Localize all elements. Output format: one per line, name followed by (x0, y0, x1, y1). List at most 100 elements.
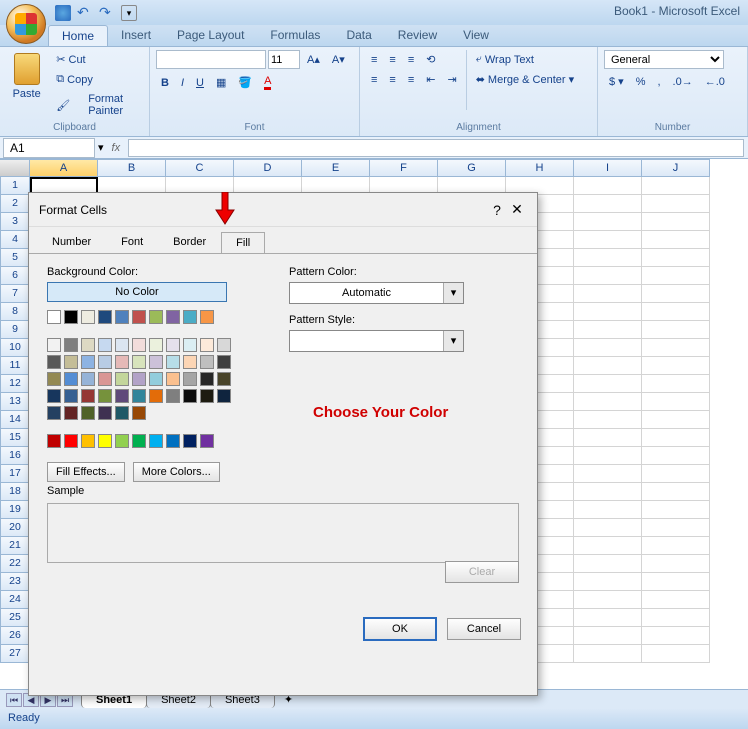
fx-label[interactable]: fx (104, 142, 129, 154)
cell[interactable] (642, 627, 710, 645)
clear-button[interactable]: Clear (445, 561, 519, 583)
tab-insert[interactable]: Insert (108, 25, 164, 46)
cell[interactable] (574, 195, 642, 213)
col-header[interactable]: G (438, 159, 506, 177)
cell[interactable] (574, 393, 642, 411)
cell[interactable] (642, 339, 710, 357)
no-color-button[interactable]: No Color (47, 282, 227, 302)
row-header[interactable]: 21 (0, 537, 30, 555)
cell[interactable] (574, 555, 642, 573)
color-swatch[interactable] (115, 310, 129, 324)
cell[interactable] (642, 429, 710, 447)
cell[interactable] (642, 393, 710, 411)
cell[interactable] (642, 609, 710, 627)
select-all-cell[interactable] (0, 159, 30, 177)
color-swatch[interactable] (149, 389, 163, 403)
color-swatch[interactable] (64, 338, 78, 352)
align-bottom-button[interactable]: ≡ (403, 51, 419, 69)
color-swatch[interactable] (183, 338, 197, 352)
color-swatch[interactable] (64, 406, 78, 420)
merge-center-button[interactable]: ⬌Merge & Center ▾ (471, 70, 579, 89)
color-swatch[interactable] (132, 338, 146, 352)
indent-inc-button[interactable]: ⇥ (442, 70, 461, 89)
color-swatch[interactable] (47, 389, 61, 403)
color-swatch[interactable] (47, 406, 61, 420)
color-swatch[interactable] (217, 355, 231, 369)
undo-icon[interactable]: ↶ (77, 5, 93, 21)
fill-color-button[interactable]: 🪣 (233, 73, 257, 92)
tab-view[interactable]: View (450, 25, 502, 46)
cell[interactable] (574, 483, 642, 501)
align-right-button[interactable]: ≡ (403, 71, 419, 89)
color-swatch[interactable] (81, 310, 95, 324)
color-swatch[interactable] (47, 338, 61, 352)
color-swatch[interactable] (200, 389, 214, 403)
color-swatch[interactable] (132, 389, 146, 403)
borders-button[interactable]: ▦ (211, 73, 231, 92)
indent-dec-button[interactable]: ⇤ (421, 70, 440, 89)
row-header[interactable]: 20 (0, 519, 30, 537)
color-swatch[interactable] (98, 355, 112, 369)
row-header[interactable]: 13 (0, 393, 30, 411)
row-header[interactable]: 16 (0, 447, 30, 465)
color-swatch[interactable] (183, 372, 197, 386)
pattern-style-dropdown[interactable]: ▾ (289, 330, 464, 352)
color-swatch[interactable] (81, 389, 95, 403)
color-swatch[interactable] (200, 434, 214, 448)
align-middle-button[interactable]: ≡ (384, 51, 400, 69)
font-size-input[interactable] (268, 50, 300, 69)
color-swatch[interactable] (98, 389, 112, 403)
cell[interactable] (642, 465, 710, 483)
align-left-button[interactable]: ≡ (366, 71, 382, 89)
color-swatch[interactable] (132, 406, 146, 420)
color-swatch[interactable] (149, 372, 163, 386)
cell[interactable] (642, 411, 710, 429)
color-swatch[interactable] (217, 389, 231, 403)
cancel-button[interactable]: Cancel (447, 618, 521, 640)
cell[interactable] (642, 195, 710, 213)
color-swatch[interactable] (64, 389, 78, 403)
copy-button[interactable]: ⧉Copy (51, 70, 143, 89)
tab-formulas[interactable]: Formulas (257, 25, 333, 46)
cell[interactable] (642, 303, 710, 321)
tab-review[interactable]: Review (385, 25, 450, 46)
italic-button[interactable]: I (176, 74, 189, 92)
row-header[interactable]: 2 (0, 195, 30, 213)
row-header[interactable]: 26 (0, 627, 30, 645)
cell[interactable] (574, 465, 642, 483)
dec-decimal-button[interactable]: ←.0 (700, 73, 730, 91)
sheet-nav-first-icon[interactable]: ⏮ (6, 693, 22, 707)
row-header[interactable]: 9 (0, 321, 30, 339)
color-swatch[interactable] (115, 338, 129, 352)
cell[interactable] (574, 339, 642, 357)
cell[interactable] (642, 447, 710, 465)
color-swatch[interactable] (183, 310, 197, 324)
qat-more-icon[interactable]: ▾ (121, 5, 137, 21)
cell[interactable] (574, 627, 642, 645)
color-swatch[interactable] (98, 310, 112, 324)
color-swatch[interactable] (47, 434, 61, 448)
dialog-close-icon[interactable]: ✕ (507, 201, 527, 218)
color-swatch[interactable] (98, 406, 112, 420)
cell[interactable] (642, 483, 710, 501)
color-swatch[interactable] (149, 355, 163, 369)
save-icon[interactable] (55, 5, 71, 21)
cell[interactable] (574, 411, 642, 429)
cell[interactable] (574, 357, 642, 375)
formula-input[interactable] (128, 139, 744, 157)
cell[interactable] (642, 375, 710, 393)
row-header[interactable]: 24 (0, 591, 30, 609)
redo-icon[interactable]: ↷ (99, 5, 115, 21)
color-swatch[interactable] (166, 310, 180, 324)
row-header[interactable]: 6 (0, 267, 30, 285)
underline-button[interactable]: U (191, 74, 209, 92)
row-header[interactable]: 25 (0, 609, 30, 627)
orientation-button[interactable]: ⟲ (421, 50, 440, 69)
cell[interactable] (642, 519, 710, 537)
cell[interactable] (574, 519, 642, 537)
row-header[interactable]: 3 (0, 213, 30, 231)
row-header[interactable]: 8 (0, 303, 30, 321)
tab-data[interactable]: Data (333, 25, 384, 46)
pattern-color-dropdown[interactable]: Automatic ▾ (289, 282, 464, 304)
color-swatch[interactable] (217, 338, 231, 352)
